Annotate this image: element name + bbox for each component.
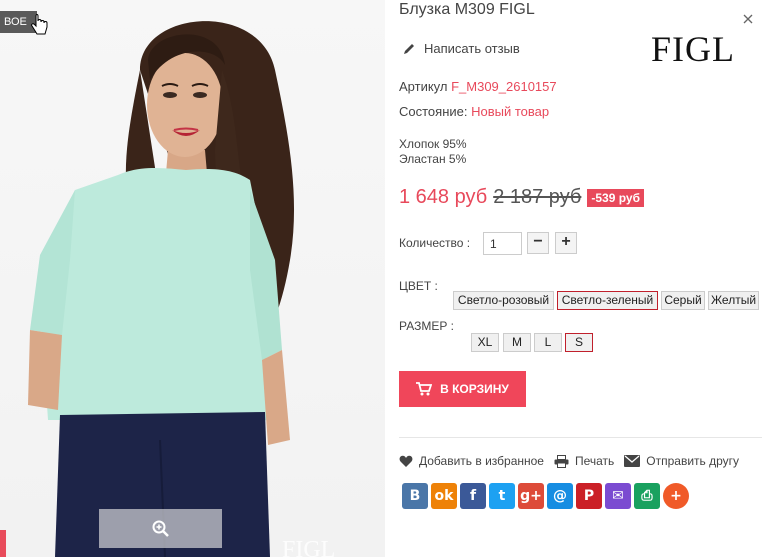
cart-icon [416,382,433,396]
email-share-button[interactable]: ✉ [605,483,631,509]
product-photo[interactable]: ВОЕ FIGL [0,0,385,557]
composition-line: Эластан 5% [399,152,467,166]
twitter-share-button[interactable]: t [489,483,515,509]
more-share-icon: + [670,488,682,504]
price-old: 2 187 руб [493,186,582,208]
printer-icon [554,454,569,468]
twitter-icon: t [498,488,506,504]
hand-cursor-icon [31,14,48,35]
vk-icon: B [409,488,421,504]
price-current: 1 648 руб [399,186,488,208]
send-to-friend-link[interactable]: Отправить другу [624,454,739,468]
send-label: Отправить другу [646,454,740,468]
sku-label: Артикул [399,79,448,94]
quantity-increase-button[interactable]: + [555,232,577,254]
color-option-light-pink[interactable]: Светло-розовый [453,291,554,310]
size-option-m[interactable]: M [503,333,531,352]
size-option-s[interactable]: S [565,333,593,352]
side-feedback-tab[interactable] [0,530,6,557]
sku-value: F_M309_2610157 [451,79,557,94]
quantity-decrease-button[interactable]: − [527,232,549,254]
photo-watermark: FIGL [282,537,336,557]
size-label: РАЗМЕР : [399,319,454,333]
zoom-button[interactable] [99,509,222,548]
facebook-icon: f [469,488,477,504]
email-icon: ✉ [612,488,624,504]
more-share-share-button[interactable]: + [663,483,689,509]
size-option-xl[interactable]: XL [471,333,499,352]
pinterest-icon: P [583,488,595,504]
heart-icon [399,455,413,467]
discount-badge: -539 руб [587,188,644,207]
quantity-label: Количество : [399,236,471,250]
composition-line: Хлопок 95% [399,137,467,151]
odnoklassniki-share-button[interactable]: ok [431,483,457,509]
google-plus-share-button[interactable]: g+ [518,483,544,509]
print-label: Печать [574,454,615,468]
google-plus-icon: g+ [520,488,542,504]
composition: Хлопок 95% Эластан 5% [399,137,467,167]
condition-value: Новый товар [471,104,550,119]
add-to-wishlist-link[interactable]: Добавить в избранное [399,454,544,468]
size-option-l[interactable]: L [534,333,562,352]
product-title: Блузка M309 FIGL [399,1,535,18]
write-review-label: Написать отзыв [424,41,520,56]
price-row: 1 648 руб 2 187 руб -539 руб [399,186,644,209]
print-share-button[interactable]: ⎙ [634,483,660,509]
add-to-cart-button[interactable]: В КОРЗИНУ [399,371,526,407]
zoom-in-icon [152,520,169,537]
mail-ru-share-button[interactable]: @ [547,483,573,509]
print-link[interactable]: Печать [554,454,614,468]
facebook-share-button[interactable]: f [460,483,486,509]
condition-row: Состояние: Новый товар [399,104,549,119]
pencil-icon [404,43,414,54]
wishlist-label: Добавить в избранное [419,454,544,468]
product-actions: Добавить в избранное Печать Отправить др… [399,454,749,468]
color-label: ЦВЕТ : [399,279,438,293]
mail-ru-icon: @ [553,488,567,504]
write-review-link[interactable]: Написать отзыв [402,41,520,56]
sku-row: Артикул F_M309_2610157 [399,79,557,94]
color-option-grey[interactable]: Серый [661,291,705,310]
condition-label: Состояние: [399,104,468,119]
print-icon: ⎙ [641,488,653,504]
pinterest-share-button[interactable]: P [576,483,602,509]
divider [399,437,762,438]
social-share-buttons: Bok f t g+ @ P ✉ ⎙ + [402,483,689,509]
envelope-icon [624,455,641,467]
model-illustration [28,21,295,557]
color-option-light-green[interactable]: Светло-зеленый [557,291,658,310]
add-to-cart-label: В КОРЗИНУ [440,382,509,396]
quantity-input[interactable] [483,232,522,255]
vk-share-button[interactable]: B [402,483,428,509]
close-icon[interactable] [743,14,753,24]
brand-logo[interactable]: FIGL [651,28,735,70]
odnoklassniki-icon: ok [434,488,454,504]
color-option-yellow[interactable]: Желтый [708,291,759,310]
